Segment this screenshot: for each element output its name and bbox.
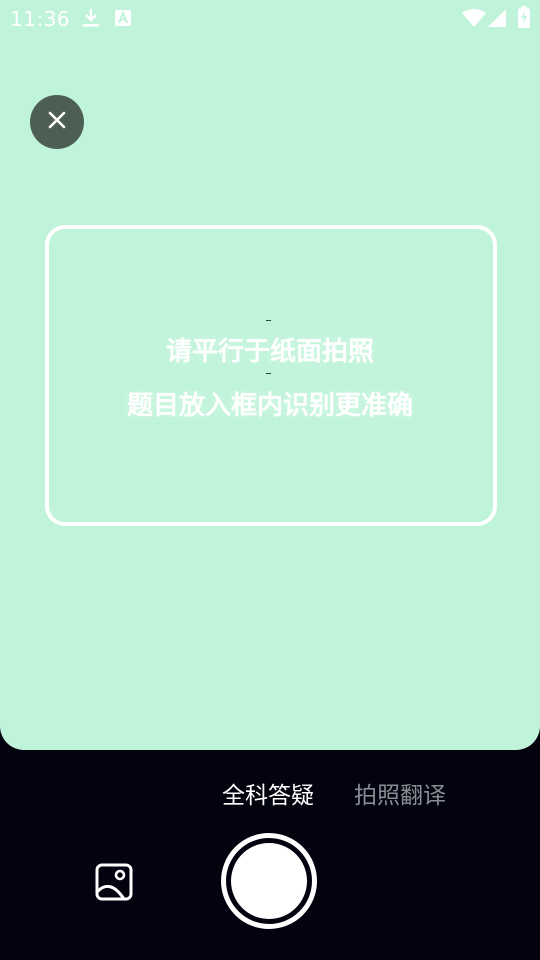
scan-frame xyxy=(45,225,497,526)
signal-icon xyxy=(488,9,506,31)
close-icon xyxy=(47,110,67,134)
tab-all-subject-qa[interactable]: 全科答疑 xyxy=(222,776,314,810)
wifi-icon xyxy=(462,9,486,31)
hint-parallel-to-paper: 请平行于纸面拍照 xyxy=(165,337,374,367)
mode-tabs: 全科答疑 拍照翻译 xyxy=(0,776,540,812)
gallery-icon xyxy=(94,863,134,906)
focus-marker xyxy=(266,373,271,374)
focus-marker xyxy=(266,320,271,321)
download-icon xyxy=(82,8,100,32)
gallery-button[interactable] xyxy=(94,862,134,902)
hint-place-in-frame: 题目放入框内识别更准确 xyxy=(126,391,413,421)
status-bar: 11:36 xyxy=(0,0,540,36)
shutter-icon xyxy=(231,843,307,919)
battery-charging-icon xyxy=(518,6,530,32)
status-time: 11:36 xyxy=(10,7,71,31)
tab-photo-translate[interactable]: 拍照翻译 xyxy=(354,776,446,810)
close-button[interactable] xyxy=(30,95,84,149)
keyboard-a-icon xyxy=(115,10,131,30)
camera-viewfinder: 11:36 请平行于纸面拍照 题目放入框内识别更准确 xyxy=(0,0,540,750)
shutter-button[interactable] xyxy=(221,833,317,929)
camera-screen: 11:36 请平行于纸面拍照 题目放入框内识别更准确 全科答疑 拍照翻译 xyxy=(0,0,540,960)
